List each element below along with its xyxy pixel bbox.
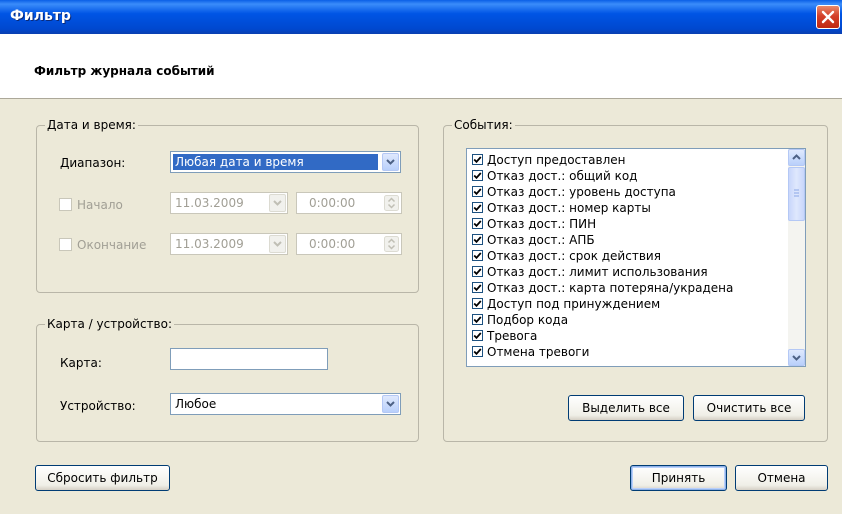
device-label: Устройство: <box>60 399 136 413</box>
clear-all-button[interactable]: Очистить все <box>693 395 805 421</box>
checkmark-icon[interactable] <box>472 314 483 325</box>
checkmark-icon[interactable] <box>472 218 483 229</box>
scroll-down-button[interactable] <box>788 349 805 366</box>
select-all-button[interactable]: Выделить все <box>568 395 684 421</box>
spin-arrows-icon[interactable] <box>384 236 399 252</box>
accept-button[interactable]: Принять <box>630 465 727 491</box>
start-checkbox[interactable] <box>59 198 72 211</box>
event-label: Доступ под принуждением <box>487 297 661 311</box>
device-value: Любое <box>175 397 217 411</box>
events-legend: События: <box>452 118 515 132</box>
start-date-value: 11.03.2009 <box>175 196 244 210</box>
event-label: Отказ дост.: карта потеряна/украдена <box>487 281 734 295</box>
chevron-up-icon <box>792 154 801 160</box>
checkmark-icon[interactable] <box>472 346 483 357</box>
checkmark-icon[interactable] <box>472 186 483 197</box>
chevron-down-icon <box>273 241 282 247</box>
checkmark-icon[interactable] <box>472 330 483 341</box>
checkmark-icon[interactable] <box>472 234 483 245</box>
checkmark-icon[interactable] <box>472 298 483 309</box>
event-label: Тревога <box>487 329 538 343</box>
event-label: Доступ предоставлен <box>487 153 626 167</box>
range-label: Диапазон: <box>60 156 126 170</box>
events-list[interactable]: Доступ предоставлен Отказ дост.: общий ко… <box>466 148 806 367</box>
checkmark-icon[interactable] <box>472 250 483 261</box>
event-label: Отказ дост.: срок действия <box>487 249 661 263</box>
event-label: Отказ дост.: уровень доступа <box>487 185 676 199</box>
chevron-down-icon <box>386 159 395 165</box>
chevron-down-icon <box>386 401 395 407</box>
cancel-button[interactable]: Отмена <box>735 465 828 491</box>
checkmark-icon[interactable] <box>472 266 483 277</box>
event-label: Отказ дост.: номер карты <box>487 201 651 215</box>
datetime-legend: Дата и время: <box>45 118 138 132</box>
event-label: Отказ дост.: лимит использования <box>487 265 708 279</box>
event-label: Отмена тревоги <box>487 345 590 359</box>
checkmark-icon[interactable] <box>472 170 483 181</box>
end-checkbox[interactable] <box>59 238 72 251</box>
event-label: Отказ дост.: ПИН <box>487 217 597 231</box>
dialog-header: Фильтр журнала событий <box>0 34 842 99</box>
start-time-value: 0:00:00 <box>309 196 356 210</box>
events-scrollbar[interactable] <box>788 149 805 366</box>
checkmark-icon[interactable] <box>472 202 483 213</box>
card-device-legend: Карта / устройство: <box>45 317 174 331</box>
close-button[interactable] <box>816 5 840 29</box>
chevron-down-icon <box>273 200 282 206</box>
range-value: Любая дата и время <box>173 154 378 170</box>
end-date-dropdown[interactable] <box>269 235 286 253</box>
start-date-dropdown[interactable] <box>269 194 286 212</box>
close-icon <box>821 10 835 24</box>
start-date-picker[interactable]: 11.03.2009 <box>170 192 288 214</box>
range-dropdown-button[interactable] <box>382 153 399 171</box>
reset-filter-button[interactable]: Сбросить фильтр <box>35 465 170 491</box>
spin-arrows-icon[interactable] <box>384 195 399 211</box>
checkmark-icon[interactable] <box>472 282 483 293</box>
chevron-down-icon <box>792 355 801 361</box>
window-title: Фильтр <box>10 8 71 24</box>
end-time-value: 0:00:00 <box>309 237 356 251</box>
end-date-picker[interactable]: 11.03.2009 <box>170 233 288 255</box>
grip-icon <box>794 189 799 197</box>
start-label: Начало <box>77 198 123 212</box>
scroll-up-button[interactable] <box>788 149 805 166</box>
title-bar: Фильтр <box>0 0 842 34</box>
event-label: Подбор кода <box>487 313 569 327</box>
card-input[interactable] <box>170 348 328 370</box>
start-time-field[interactable]: 0:00:00 <box>296 192 402 214</box>
end-label: Окончание <box>77 238 147 252</box>
event-label: Отказ дост.: АПБ <box>487 233 595 247</box>
end-date-value: 11.03.2009 <box>175 237 244 251</box>
card-device-group: Карта / устройство: <box>36 317 419 442</box>
event-label: Отказ дост.: общий код <box>487 169 638 183</box>
card-label: Карта: <box>60 356 102 370</box>
device-dropdown-button[interactable] <box>382 395 399 413</box>
device-select[interactable]: Любое <box>170 393 401 415</box>
checkmark-icon[interactable] <box>472 154 483 165</box>
dialog-heading: Фильтр журнала событий <box>34 64 215 78</box>
scroll-thumb[interactable] <box>788 167 805 221</box>
range-select[interactable]: Любая дата и время <box>170 151 401 173</box>
end-time-field[interactable]: 0:00:00 <box>296 233 402 255</box>
